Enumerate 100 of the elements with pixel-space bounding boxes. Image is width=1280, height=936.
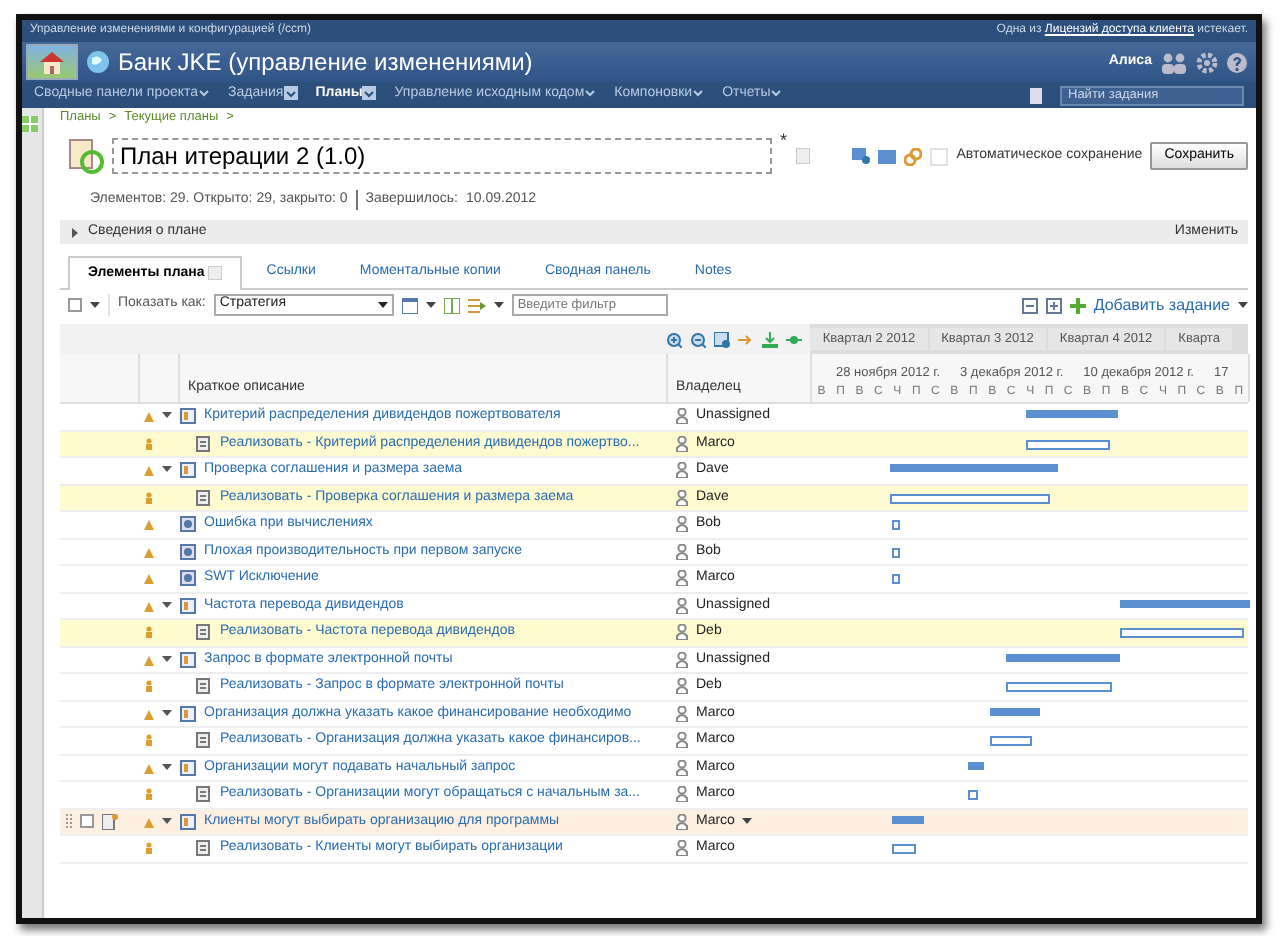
task-bar (892, 520, 900, 530)
zoom-in-icon[interactable] (666, 331, 683, 347)
story-icon (180, 408, 196, 425)
task-bar (892, 547, 900, 557)
user-icon (676, 516, 688, 533)
user-icon (676, 435, 688, 452)
connector-icon[interactable] (786, 331, 803, 347)
summary-bar (968, 761, 984, 769)
checkbox-icon[interactable] (80, 814, 94, 829)
collapse-icon[interactable] (162, 709, 172, 718)
user-icon (676, 570, 688, 587)
checkbox-icon[interactable] (68, 298, 82, 312)
priority-icon (144, 815, 154, 828)
plan-title-field[interactable]: План итерации 2 (1.0) (112, 138, 772, 174)
add-task-button[interactable]: Добавить задание (1069, 293, 1248, 317)
caret-icon (377, 301, 388, 309)
summary-bar (990, 707, 1040, 715)
caret-icon (1238, 301, 1248, 309)
expand-all-icon[interactable] (1045, 297, 1062, 313)
user-icon (676, 408, 688, 425)
summary-bar (892, 815, 924, 823)
task-icon (196, 786, 212, 803)
page-icon[interactable] (1030, 87, 1042, 103)
folder-icon[interactable] (878, 148, 897, 164)
collapse-icon[interactable] (162, 763, 172, 772)
caret-icon[interactable] (425, 301, 436, 309)
story-icon (180, 462, 196, 479)
person-icon (144, 437, 154, 450)
user-icon (676, 678, 688, 695)
filter-icon[interactable] (467, 297, 486, 313)
help-icon[interactable] (1226, 51, 1248, 73)
task-bar (1026, 439, 1110, 449)
priority-icon (144, 707, 154, 720)
person-icon (144, 734, 154, 747)
user-icon (676, 489, 688, 506)
link-icon[interactable] (904, 147, 923, 165)
task-icon (196, 840, 212, 857)
task-icon (196, 624, 212, 641)
task-icon (196, 489, 212, 506)
task-bar (968, 790, 978, 800)
story-icon (180, 597, 196, 614)
autosave-checkbox[interactable] (930, 147, 949, 165)
user-icon (676, 462, 688, 479)
task-bar (1006, 682, 1112, 692)
note-icon[interactable] (102, 813, 118, 830)
story-icon (180, 705, 196, 722)
defect-icon (180, 516, 196, 533)
person-icon (144, 680, 154, 693)
caret-icon (198, 87, 211, 98)
collapse-icon[interactable] (162, 412, 172, 421)
priority-icon (144, 545, 154, 558)
task-icon (196, 435, 212, 452)
house-icon (38, 50, 66, 74)
summary-bar (1006, 653, 1120, 661)
user-icon (676, 597, 688, 614)
caret-icon (770, 87, 783, 98)
people-icon[interactable] (1160, 51, 1188, 73)
user-icon (676, 732, 688, 749)
story-icon (180, 813, 196, 830)
user-icon (676, 759, 688, 776)
calendar-icon[interactable] (401, 297, 418, 313)
person-icon (144, 626, 154, 639)
priority-icon (144, 761, 154, 774)
user-icon (676, 705, 688, 722)
collapse-icon[interactable] (162, 466, 172, 475)
collapse-icon[interactable] (162, 655, 172, 664)
priority-icon (144, 572, 154, 585)
unsaved-mark: * (780, 128, 788, 154)
expand-icon (70, 227, 80, 237)
story-icon (180, 651, 196, 668)
task-bar (892, 574, 900, 584)
collapse-icon[interactable] (162, 817, 172, 826)
priority-icon (144, 518, 154, 531)
zoom-out-icon[interactable] (690, 331, 707, 347)
defect-icon (180, 570, 196, 587)
caret-icon[interactable] (90, 301, 100, 309)
task-icon (196, 678, 212, 695)
story-icon (180, 759, 196, 776)
settings-icon[interactable] (1196, 51, 1218, 73)
collapse-all-icon[interactable] (1021, 297, 1038, 313)
download-icon[interactable] (762, 331, 779, 347)
fit-icon[interactable] (714, 331, 731, 347)
summary-bar (1120, 599, 1250, 607)
caret-icon[interactable] (493, 301, 504, 309)
priority-icon (144, 653, 154, 666)
person-icon (144, 788, 154, 801)
priority-icon (144, 464, 154, 477)
columns-icon[interactable] (443, 297, 460, 313)
user-icon (676, 786, 688, 803)
caret-icon (584, 87, 597, 98)
drag-handle-icon[interactable] (66, 813, 72, 830)
plus-icon (1069, 297, 1086, 313)
caret-icon[interactable] (742, 817, 753, 826)
collapse-icon[interactable] (162, 601, 172, 610)
priority-icon (144, 410, 154, 423)
user-icon (676, 624, 688, 641)
globe-icon (86, 50, 110, 74)
priority-icon (144, 599, 154, 612)
home-button[interactable] (26, 44, 78, 80)
user-icon (676, 651, 688, 668)
